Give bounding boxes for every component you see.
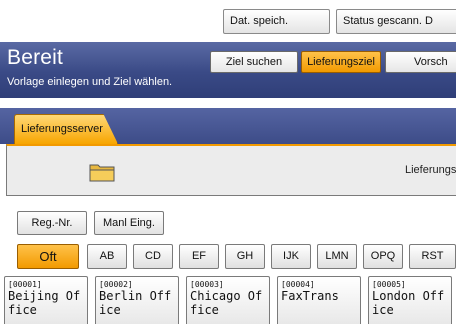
- index-tab-gh[interactable]: GH: [225, 244, 265, 269]
- index-tab-opq[interactable]: OPQ: [363, 244, 403, 269]
- manual-entry-button[interactable]: Manl Eing.: [94, 211, 164, 235]
- entry-number: [00001]: [8, 280, 42, 289]
- index-tab-ef[interactable]: EF: [179, 244, 219, 269]
- entry-name-line2: fice: [8, 303, 37, 317]
- tab-delivery-server[interactable]: Lieferungsserver: [14, 114, 118, 144]
- destination-entry[interactable]: [00003] Chicago Of fice: [186, 276, 270, 324]
- delivery-destination-button[interactable]: Lieferungsziel: [301, 51, 381, 73]
- entry-number: [00002]: [99, 280, 133, 289]
- destination-entry[interactable]: [00002] Berlin Off ice: [95, 276, 179, 324]
- entry-name-line2: fice: [190, 303, 219, 317]
- scan-status-button[interactable]: Status gescann. D: [336, 9, 456, 34]
- preview-button[interactable]: Vorsch: [385, 51, 456, 73]
- page-title: Bereit: [7, 46, 64, 69]
- index-tab-row: Oft AB CD EF GH IJK LMN OPQ RST: [0, 244, 456, 270]
- destination-entry[interactable]: [00004] FaxTrans: [277, 276, 361, 324]
- header-bar: Bereit Vorlage einlegen und Ziel wählen.…: [0, 42, 456, 98]
- search-destination-button[interactable]: Ziel suchen: [210, 51, 298, 73]
- entry-name-line1: Chicago Of: [190, 289, 263, 303]
- entry-name-line1: Berlin Off: [99, 289, 172, 303]
- index-tab-cd[interactable]: CD: [133, 244, 173, 269]
- entry-name-line1: FaxTrans: [281, 289, 339, 303]
- index-tab-rst[interactable]: RST: [409, 244, 456, 269]
- destination-entry[interactable]: [00001] Beijing Of fice: [4, 276, 88, 324]
- save-file-button[interactable]: Dat. speich.: [223, 9, 330, 34]
- entry-name-line1: Beijing Of: [8, 289, 81, 303]
- entry-name-line2: ice: [99, 303, 121, 317]
- entry-number: [00004]: [281, 280, 315, 289]
- entry-number: [00005]: [372, 280, 406, 289]
- panel-label: Lieferungs: [405, 164, 456, 176]
- reg-number-button[interactable]: Reg.-Nr.: [17, 211, 87, 235]
- index-tab-ab[interactable]: AB: [87, 244, 127, 269]
- index-tab-oft[interactable]: Oft: [17, 244, 79, 269]
- index-tab-ijk[interactable]: IJK: [271, 244, 311, 269]
- index-tab-lmn[interactable]: LMN: [317, 244, 357, 269]
- delivery-server-panel: Lieferungs: [6, 144, 456, 196]
- instruction-text: Vorlage einlegen und Ziel wählen.: [7, 76, 173, 88]
- entry-name-line2: ice: [372, 303, 394, 317]
- entry-name-line1: London Off: [372, 289, 445, 303]
- top-bar: Dat. speich. Status gescann. D: [0, 0, 456, 40]
- folder-icon: [89, 164, 115, 182]
- entry-number: [00003]: [190, 280, 224, 289]
- destination-entry[interactable]: [00005] London Off ice: [368, 276, 452, 324]
